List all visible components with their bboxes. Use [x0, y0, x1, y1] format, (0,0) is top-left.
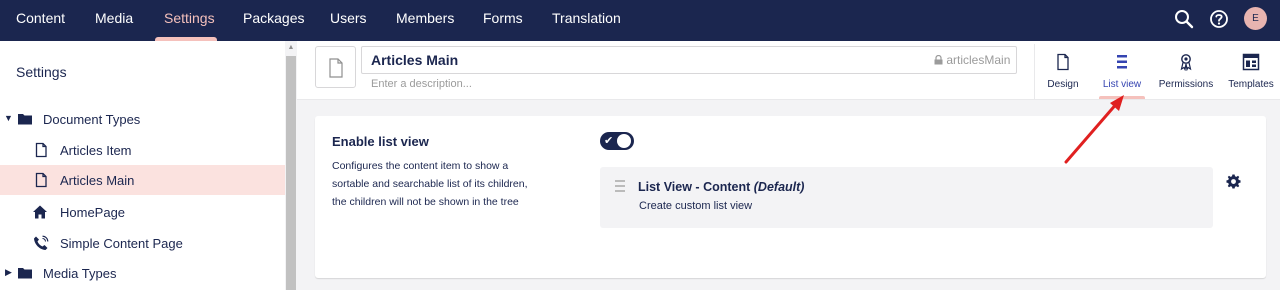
nav-packages[interactable]: Packages	[243, 0, 304, 41]
toggle-knob	[617, 134, 631, 148]
app-permissions-button[interactable]: Permissions	[1156, 44, 1216, 99]
permissions-icon	[1180, 54, 1192, 71]
phone-icon	[34, 235, 49, 250]
nav-members[interactable]: Members	[396, 0, 454, 41]
scrollbar-thumb[interactable]	[286, 56, 296, 290]
folder-icon	[18, 114, 32, 125]
alias-field[interactable]: articlesMain	[934, 53, 1010, 67]
app-label: Design	[1047, 79, 1079, 90]
app-design-button[interactable]: Design	[1040, 44, 1086, 99]
drag-handle-icon[interactable]	[615, 180, 625, 192]
templates-icon	[1242, 53, 1260, 71]
tree-item-articles-main[interactable]: Articles Main	[0, 165, 285, 195]
create-custom-list-view-link[interactable]: Create custom list view	[639, 200, 752, 212]
list-view-config[interactable]	[600, 167, 1213, 228]
content-bottom	[297, 282, 1280, 290]
app-templates-button[interactable]: Templates	[1226, 44, 1276, 99]
nav-translation[interactable]: Translation	[552, 0, 621, 41]
property-label: Enable list view	[332, 134, 429, 149]
annotation-arrow-icon	[1064, 95, 1124, 164]
user-avatar[interactable]: E	[1244, 7, 1267, 30]
property-description-line: Configures the content item to show a	[332, 160, 509, 172]
nav-settings[interactable]: Settings	[164, 0, 215, 41]
name-input[interactable]	[361, 46, 1017, 74]
design-icon	[1057, 53, 1069, 71]
tree-item-media-types[interactable]: ▶ Media Types	[0, 258, 285, 288]
search-icon[interactable]	[1173, 8, 1195, 30]
nav-media[interactable]: Media	[95, 0, 133, 41]
document-icon	[35, 142, 47, 158]
document-icon	[35, 172, 47, 188]
sidebar-title: Settings	[16, 64, 67, 80]
name-input-value: Articles Main	[371, 52, 459, 68]
tree-item-simple-content-page[interactable]: Simple Content Page	[0, 228, 285, 258]
description-input[interactable]: Enter a description...	[371, 78, 472, 90]
tree-item-label: Document Types	[43, 112, 141, 127]
icon-picker-button[interactable]	[315, 46, 356, 88]
app-label: List view	[1102, 79, 1142, 90]
lock-icon[interactable]	[934, 54, 943, 65]
list-view-default-tag: (Default)	[753, 180, 805, 194]
alias-value: articlesMain	[946, 53, 1011, 67]
nav-users[interactable]: Users	[330, 0, 367, 41]
help-icon[interactable]	[1208, 8, 1230, 30]
property-description-line: sortable and searchable list of its chil…	[332, 178, 528, 190]
app-label: Permissions	[1158, 79, 1214, 90]
list-icon	[1117, 55, 1127, 69]
tree-item-articles-item[interactable]: Articles Item	[0, 135, 285, 165]
scroll-up-arrow-icon[interactable]: ▲	[286, 43, 296, 53]
app-list-view-button[interactable]: List view	[1099, 44, 1145, 99]
tree-item-label: Simple Content Page	[60, 236, 183, 251]
tree-item-document-types[interactable]: ▼ Document Types	[0, 104, 285, 134]
property-description-line: the children will not be shown in the tr…	[332, 196, 519, 208]
home-icon	[33, 205, 47, 219]
list-view-name: List View - Content (Default)	[638, 180, 804, 194]
tree-item-label: HomePage	[60, 205, 126, 220]
nav-forms[interactable]: Forms	[483, 0, 523, 41]
tree-item-label: Media Types	[43, 266, 117, 281]
folder-icon	[18, 268, 32, 279]
tree-item-label: Articles Item	[60, 143, 132, 158]
caret-down-icon[interactable]: ▼	[4, 113, 13, 123]
checkmark-icon: ✔	[604, 135, 614, 147]
nav-content[interactable]: Content	[16, 0, 65, 41]
header-divider	[1034, 44, 1035, 99]
document-icon	[329, 58, 343, 78]
tree-item-label: Articles Main	[60, 173, 135, 188]
app-label: Templates	[1228, 79, 1274, 90]
list-view-name-text: List View - Content	[638, 180, 751, 194]
caret-right-icon[interactable]: ▶	[5, 267, 12, 278]
tree-item-homepage[interactable]: HomePage	[0, 197, 285, 227]
gear-icon[interactable]	[1226, 174, 1241, 189]
